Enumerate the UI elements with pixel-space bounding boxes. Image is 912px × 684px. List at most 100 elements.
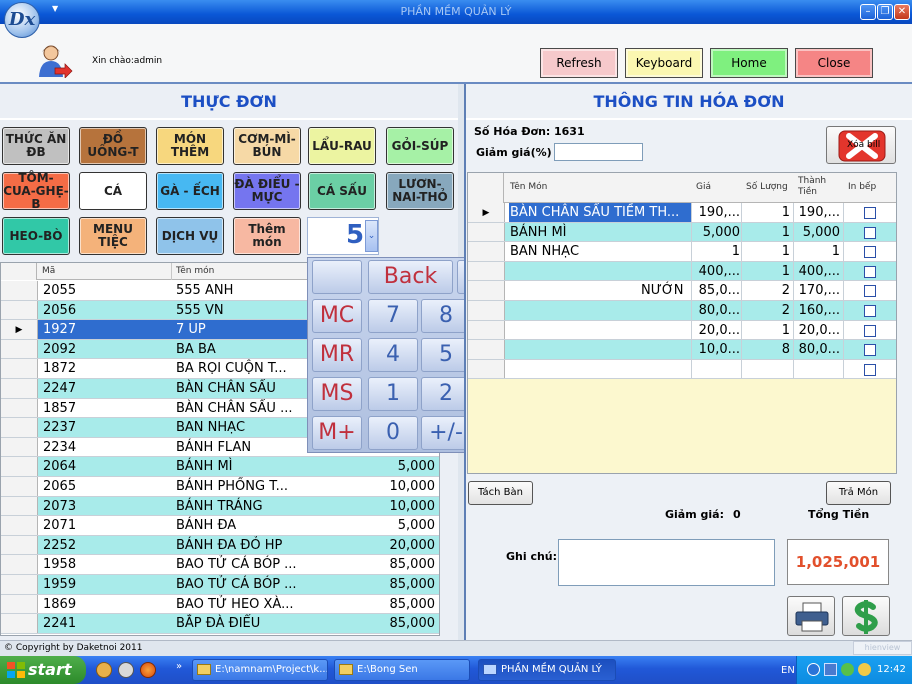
calc-key[interactable]: 7	[368, 299, 418, 333]
home-button[interactable]: Home	[710, 48, 788, 78]
category-button[interactable]: CƠM-MÌ-BÚN	[233, 127, 301, 165]
row-header[interactable]	[468, 301, 505, 320]
network-icon[interactable]	[824, 663, 837, 676]
row-header[interactable]	[1, 457, 38, 476]
calc-key[interactable]: 4	[368, 338, 418, 372]
invoice-row[interactable]: ▶ BÀN CHÂN SẤU TIỀM TH... 190,... 1 190,...	[468, 203, 896, 223]
kitchen-checkbox[interactable]	[864, 207, 876, 219]
row-header[interactable]: ▶	[468, 203, 505, 222]
split-table-button[interactable]: Tách Bàn	[468, 481, 533, 505]
category-button[interactable]: GỎI-SÚP	[386, 127, 454, 165]
row-header[interactable]	[1, 359, 38, 378]
calc-key[interactable]: MC	[312, 299, 362, 333]
quantity-dropdown[interactable]: 5 ⌄	[307, 217, 379, 255]
menu-item-row[interactable]: 1869 BAO TỬ HEO XÀ... 85,000	[1, 594, 439, 615]
row-header[interactable]: ▶	[1, 320, 38, 339]
invoice-row[interactable]: BAN NHẠC 1 1 1	[468, 242, 896, 262]
category-button[interactable]: MENU TIỆC	[79, 217, 147, 255]
invoice-row[interactable]: BÁNH MÌ 5,000 1 5,000	[468, 222, 896, 243]
minimize-button[interactable]: –	[860, 4, 876, 20]
quicklaunch-app-icon[interactable]	[96, 662, 112, 678]
row-header[interactable]	[1, 555, 38, 574]
kitchen-checkbox[interactable]	[864, 265, 876, 278]
invoice-row[interactable]	[468, 359, 896, 380]
category-button[interactable]: HEO-BÒ	[2, 217, 70, 255]
refresh-button[interactable]: Refresh	[540, 48, 618, 78]
row-header[interactable]	[1, 594, 38, 614]
menu-item-row[interactable]: 2065 BÁNH PHỒNG T... 10,000	[1, 477, 439, 497]
discount-input[interactable]	[554, 143, 643, 161]
print-button[interactable]	[787, 596, 835, 636]
tray-arrow-icon[interactable]	[807, 663, 820, 676]
row-header[interactable]	[468, 242, 505, 261]
row-header[interactable]	[1, 300, 38, 320]
row-header[interactable]	[1, 418, 38, 437]
tray-status-icon[interactable]	[858, 663, 871, 676]
category-button[interactable]: ĐỒ UỐNG-T	[79, 127, 147, 165]
taskbar-item-folder[interactable]: E:\Bong Sen	[334, 659, 470, 681]
category-button[interactable]: GÀ - ẾCH	[156, 172, 224, 210]
kitchen-checkbox[interactable]	[864, 226, 876, 239]
calc-key[interactable]: Back	[368, 260, 453, 294]
delete-bill-button[interactable]: Xóa bill	[826, 126, 896, 164]
category-button[interactable]: ĐÀ ĐIỂU - MỰC	[233, 172, 301, 210]
invoice-row[interactable]: 20,0... 1 20,0...	[468, 320, 896, 341]
quicklaunch-expand-icon[interactable]: »	[176, 661, 182, 672]
quicklaunch-app-icon[interactable]	[118, 662, 134, 678]
row-header[interactable]	[468, 222, 505, 242]
kitchen-checkbox[interactable]	[864, 324, 876, 337]
row-header[interactable]	[1, 614, 38, 633]
firefox-icon[interactable]	[140, 662, 156, 678]
invoice-row[interactable]: NƯỚN 85,0... 2 170,...	[468, 281, 896, 301]
return-item-button[interactable]: Trả Món	[826, 481, 891, 505]
calc-key[interactable]: MR	[312, 338, 362, 372]
category-button[interactable]: THỨC ĂN ĐB	[2, 127, 70, 165]
row-header[interactable]	[468, 261, 505, 281]
menu-item-row[interactable]: 2241 BẮP ĐÀ ĐIỂU 85,000	[1, 614, 439, 634]
row-header[interactable]	[1, 575, 38, 594]
kitchen-checkbox[interactable]	[864, 363, 876, 376]
category-button[interactable]: TÔM-CUA-GHẸ-B	[2, 171, 70, 210]
category-button[interactable]: MÓN THÊM	[156, 127, 224, 165]
taskbar-item-folder[interactable]: E:\namnam\Project\k...	[192, 659, 328, 681]
chevron-down-icon[interactable]: ⌄	[365, 220, 378, 252]
menu-item-row[interactable]: 1958 BAO TỬ CÁ BÓP ... 85,000	[1, 555, 439, 575]
invoice-row[interactable]: 400,... 1 400,...	[468, 261, 896, 282]
maximize-button[interactable]: ❐	[877, 4, 893, 20]
category-button[interactable]: DỊCH VỤ	[156, 217, 224, 255]
shield-icon[interactable]	[841, 663, 854, 676]
row-header[interactable]	[1, 398, 38, 418]
category-button[interactable]: LẨU-RAU	[308, 127, 376, 165]
row-header[interactable]	[1, 379, 38, 398]
row-header[interactable]	[468, 340, 505, 359]
row-header[interactable]	[1, 437, 38, 457]
system-menu-arrow-icon[interactable]: ▼	[52, 4, 58, 13]
language-indicator[interactable]: EN	[781, 665, 795, 676]
category-button[interactable]: CÁ SẤU	[308, 172, 376, 210]
row-header[interactable]	[1, 535, 38, 555]
calc-key[interactable]: MS	[312, 377, 362, 411]
invoice-row[interactable]: 10,0... 8 80,0...	[468, 340, 896, 360]
calc-key[interactable]: 0	[368, 416, 418, 450]
kitchen-checkbox[interactable]	[864, 285, 876, 298]
menu-item-row[interactable]: 2073 BÁNH TRÁNG 10,000	[1, 496, 439, 517]
calc-blank-key[interactable]	[312, 260, 362, 294]
row-header[interactable]	[468, 359, 505, 379]
menu-item-row[interactable]: 2252 BÁNH ĐA ĐỎ HP 20,000	[1, 535, 439, 556]
row-header[interactable]	[1, 516, 38, 535]
calc-key[interactable]: M+	[312, 416, 362, 450]
row-header[interactable]	[1, 477, 38, 496]
row-header[interactable]	[468, 320, 505, 340]
category-button[interactable]: Thêm món	[233, 217, 301, 255]
category-button[interactable]: CÁ	[79, 172, 147, 210]
calc-key[interactable]: 1	[368, 377, 418, 411]
row-header[interactable]	[1, 281, 38, 300]
category-button[interactable]: LƯƠN-NAI-THỎ	[386, 172, 454, 210]
kitchen-checkbox[interactable]	[864, 344, 876, 357]
close-button[interactable]: Close	[795, 48, 873, 78]
row-header[interactable]	[1, 339, 38, 359]
keyboard-button[interactable]: Keyboard	[625, 48, 703, 78]
menu-item-row[interactable]: 2071 BÁNH ĐA 5,000	[1, 516, 439, 536]
kitchen-checkbox[interactable]	[864, 305, 876, 317]
menu-item-row[interactable]: 1959 BAO TỬ CÁ BÓP ... 85,000	[1, 575, 439, 595]
